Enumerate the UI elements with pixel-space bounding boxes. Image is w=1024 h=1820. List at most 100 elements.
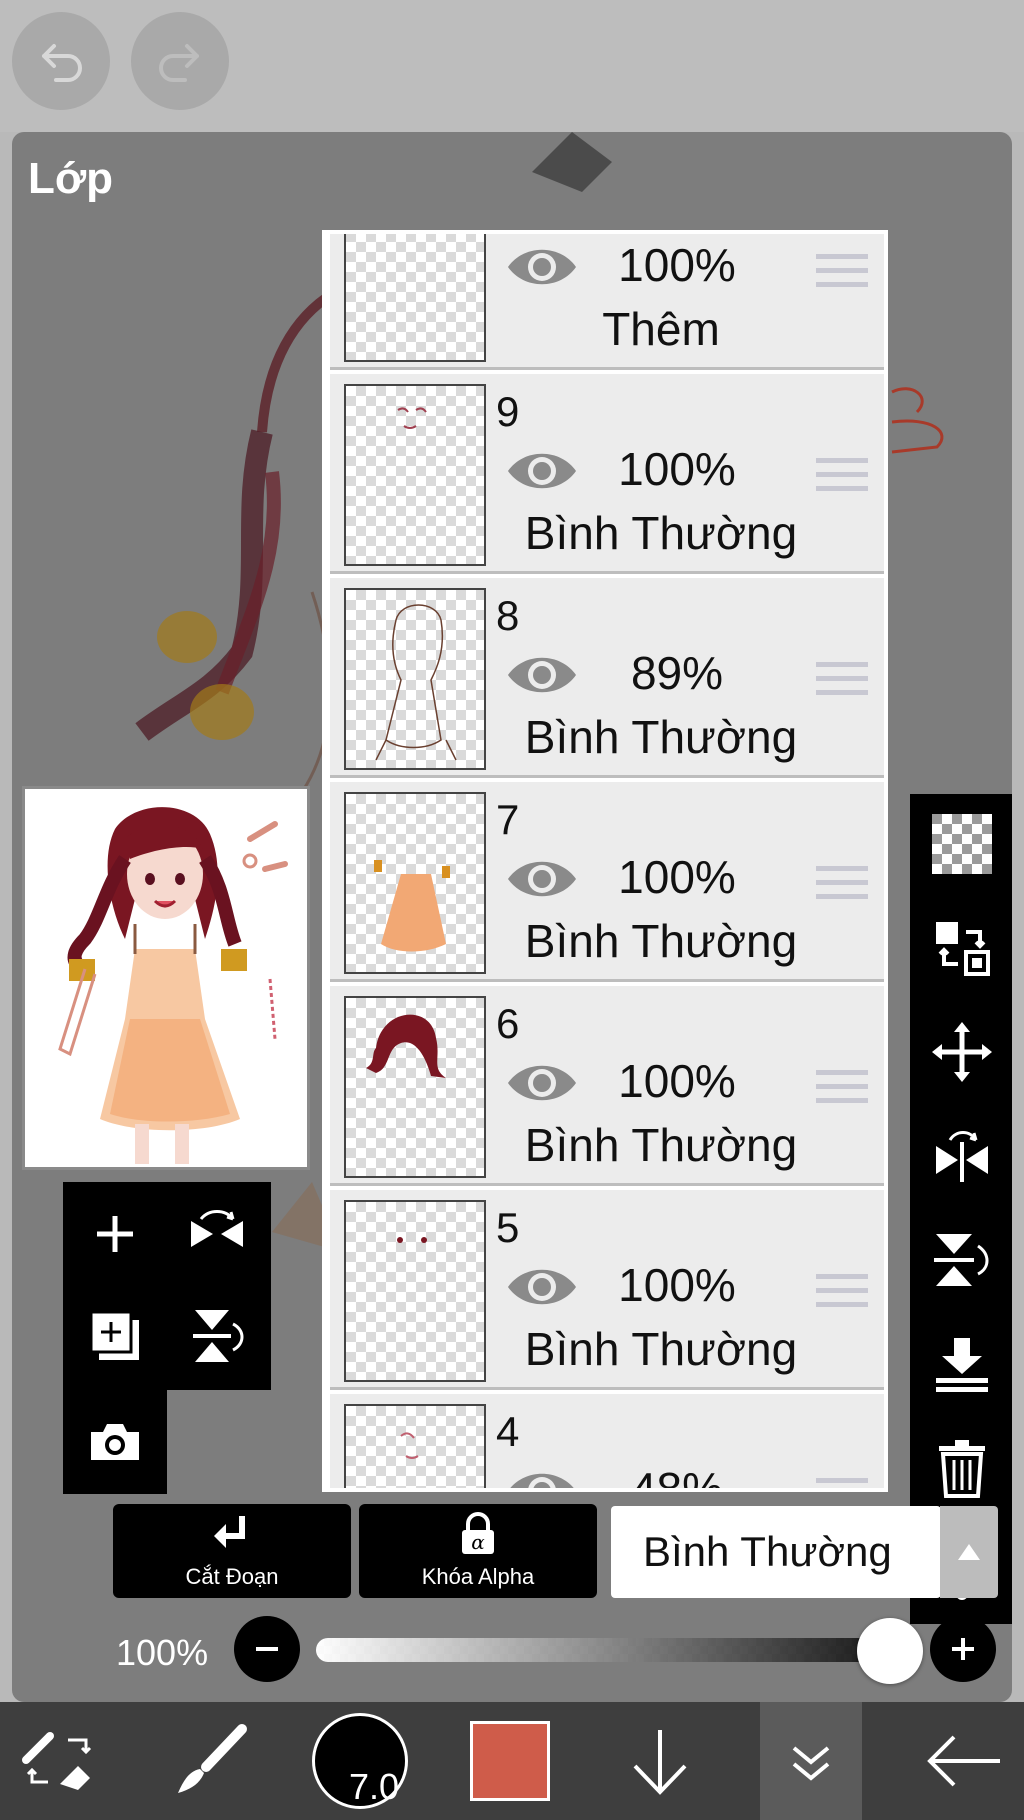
layer-thumbnail bbox=[344, 792, 486, 974]
chevron-double-down-icon bbox=[792, 1746, 830, 1781]
arrow-down-icon bbox=[633, 1730, 687, 1795]
layer-opacity: 100% bbox=[618, 443, 736, 495]
flip-vertical-icon bbox=[934, 1234, 989, 1286]
layer-opacity: 89% bbox=[630, 647, 724, 699]
brush-size-value: 7.0 bbox=[349, 1766, 400, 1807]
plus-icon bbox=[97, 1216, 133, 1252]
swap-layer-button[interactable] bbox=[910, 898, 1012, 998]
layer-row[interactable]: 6 100% Bình Thường bbox=[330, 986, 884, 1186]
eye-icon[interactable] bbox=[506, 1262, 578, 1312]
layer-number: 8 bbox=[496, 592, 520, 639]
bottom-toolbar: 7.0 bbox=[0, 1702, 1024, 1820]
opacity-slider-knob[interactable] bbox=[857, 1618, 923, 1684]
move-icon bbox=[932, 1022, 992, 1082]
brush-tool-button[interactable] bbox=[150, 1702, 270, 1820]
color-button[interactable] bbox=[450, 1702, 570, 1820]
flip-layer-horizontal-button[interactable] bbox=[910, 1106, 1012, 1206]
layer-row[interactable]: 4 48% bbox=[330, 1394, 884, 1492]
clipping-arrow-icon bbox=[214, 1516, 245, 1548]
eye-icon[interactable] bbox=[506, 1058, 578, 1108]
layer-number: 4 bbox=[496, 1408, 520, 1455]
flip-horizontal-icon bbox=[936, 1131, 988, 1182]
eye-icon[interactable] bbox=[506, 446, 578, 496]
layer-number: 9 bbox=[496, 388, 520, 435]
eye-icon[interactable] bbox=[506, 1466, 578, 1492]
layer-blend-mode: Bình Thường bbox=[524, 1323, 798, 1375]
layer-row[interactable]: 7 100% Bình Thường bbox=[330, 782, 884, 982]
layer-thumbnail bbox=[344, 588, 486, 770]
merge-down-icon bbox=[936, 1338, 988, 1392]
merge-down-button[interactable] bbox=[910, 1314, 1012, 1414]
flip-horizontal-button[interactable] bbox=[167, 1184, 267, 1284]
layers-button[interactable] bbox=[760, 1702, 862, 1820]
layer-row[interactable]: 5 100% Bình Thường bbox=[330, 1190, 884, 1390]
trash-icon bbox=[939, 1440, 985, 1498]
flip-vertical-button[interactable] bbox=[167, 1286, 267, 1386]
checkerboard-icon bbox=[932, 814, 992, 874]
eye-icon[interactable] bbox=[506, 854, 578, 904]
alpha-lock-label: Khóa Alpha bbox=[421, 1564, 535, 1589]
move-down-button[interactable] bbox=[600, 1702, 720, 1820]
alpha-lock-icon: α bbox=[462, 1512, 494, 1554]
redo-button[interactable] bbox=[131, 12, 229, 110]
layer-blend-mode: Thêm bbox=[602, 303, 720, 355]
flip-layer-vertical-button[interactable] bbox=[910, 1210, 1012, 1310]
drag-handle-icon[interactable] bbox=[816, 458, 868, 494]
alpha-lock-button[interactable]: α Khóa Alpha bbox=[359, 1504, 597, 1598]
drag-handle-icon[interactable] bbox=[816, 1070, 868, 1106]
add-layer-button[interactable] bbox=[65, 1184, 165, 1284]
opacity-increase-button[interactable] bbox=[930, 1616, 996, 1682]
move-button[interactable] bbox=[910, 1002, 1012, 1102]
color-swatch bbox=[470, 1721, 550, 1801]
drag-handle-icon[interactable] bbox=[816, 662, 868, 698]
camera-icon bbox=[91, 1424, 139, 1460]
opacity-value: 100% bbox=[116, 1632, 209, 1673]
eye-icon[interactable] bbox=[506, 242, 578, 292]
blend-mode-dropdown-button[interactable] bbox=[940, 1506, 998, 1598]
undo-button[interactable] bbox=[12, 12, 110, 110]
layer-list[interactable]: 100% Thêm 9 100% Bình Thường 8 89% Bình … bbox=[322, 230, 888, 1492]
layer-thumbnail bbox=[344, 384, 486, 566]
drag-handle-icon[interactable] bbox=[816, 1478, 868, 1488]
eye-icon[interactable] bbox=[506, 650, 578, 700]
back-button[interactable] bbox=[904, 1702, 1024, 1820]
opacity-slider[interactable] bbox=[316, 1638, 916, 1662]
layer-thumbnail bbox=[344, 1404, 486, 1488]
drag-handle-icon[interactable] bbox=[816, 866, 868, 902]
drag-handle-icon[interactable] bbox=[816, 1274, 868, 1310]
layer-row[interactable]: 8 89% Bình Thường bbox=[330, 578, 884, 778]
drag-handle-icon[interactable] bbox=[816, 254, 868, 290]
layer-opacity: 100% bbox=[618, 851, 736, 903]
brush-size-button[interactable]: 7.0 bbox=[300, 1702, 420, 1820]
canvas-preview[interactable] bbox=[22, 786, 310, 1170]
layer-thumbnail bbox=[344, 1200, 486, 1382]
svg-text:α: α bbox=[471, 1530, 485, 1554]
camera-button[interactable] bbox=[65, 1392, 165, 1492]
layer-row[interactable]: 100% Thêm bbox=[330, 234, 884, 370]
layer-thumbnail bbox=[344, 234, 486, 362]
layer-blend-mode: Bình Thường bbox=[524, 1119, 798, 1171]
clipping-button[interactable]: Cắt Đoạn bbox=[113, 1504, 351, 1598]
clipping-label: Cắt Đoạn bbox=[185, 1564, 279, 1589]
arrow-left-icon bbox=[927, 1735, 1000, 1787]
opacity-decrease-button[interactable] bbox=[234, 1616, 300, 1682]
swap-icon bbox=[936, 922, 990, 976]
blend-mode-value: Bình Thường bbox=[643, 1528, 892, 1575]
duplicate-layer-button[interactable] bbox=[65, 1286, 165, 1386]
duplicate-layer-icon bbox=[89, 1310, 139, 1360]
layer-thumbnail bbox=[344, 996, 486, 1178]
layer-row[interactable]: 9 100% Bình Thường bbox=[330, 374, 884, 574]
tool-switch-button[interactable] bbox=[0, 1702, 120, 1820]
flip-horizontal-icon bbox=[191, 1210, 243, 1247]
brush-size-indicator: 7.0 bbox=[312, 1713, 408, 1809]
layer-opacity: 48% bbox=[630, 1463, 724, 1492]
character-illustration bbox=[25, 789, 307, 1167]
transparency-button[interactable] bbox=[910, 794, 1012, 894]
blend-mode-select[interactable]: Bình Thường bbox=[611, 1506, 941, 1598]
undo-icon bbox=[42, 44, 82, 82]
layer-blend-mode: Bình Thường bbox=[524, 915, 798, 967]
redo-icon bbox=[159, 44, 199, 82]
layer-opacity: 100% bbox=[618, 239, 736, 291]
layer-blend-mode: Bình Thường bbox=[524, 711, 798, 763]
layer-number: 6 bbox=[496, 1000, 520, 1047]
